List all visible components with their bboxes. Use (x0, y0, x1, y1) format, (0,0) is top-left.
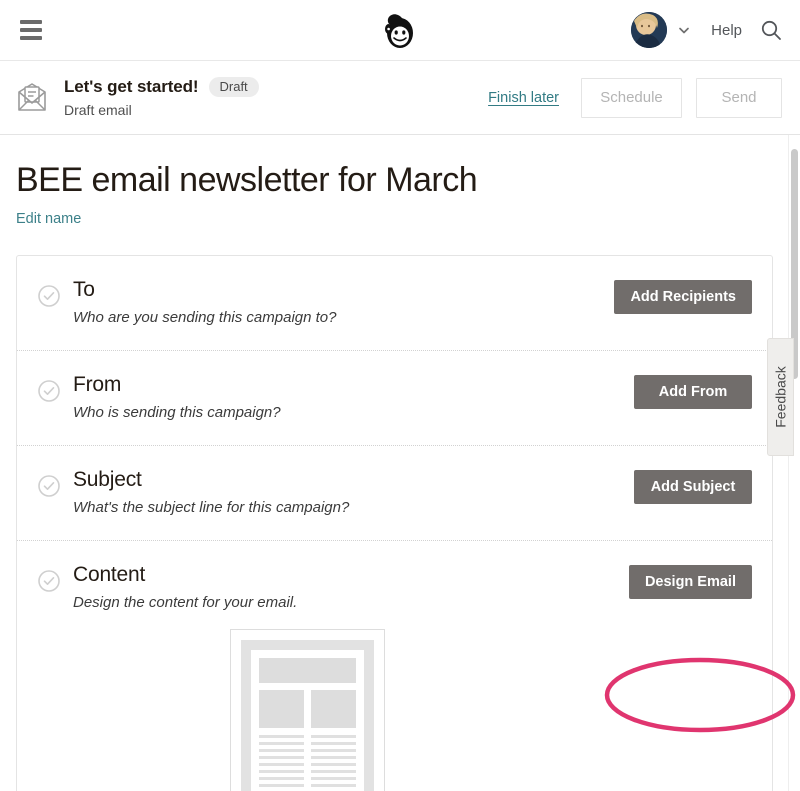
thumbnail-text-line (259, 763, 304, 767)
campaign-type-label: Draft email (64, 102, 132, 118)
section-title: Subject (73, 468, 142, 492)
thumbnail-text-line (259, 749, 304, 753)
section-to-text: To Who are you sending this campaign to? (73, 278, 614, 326)
schedule-button[interactable]: Schedule (581, 77, 682, 118)
sub-header-titles: Let's get started! Draft Draft email (64, 77, 259, 118)
thumbnail-hero-block (259, 658, 356, 684)
campaign-checklist-card: To Who are you sending this campaign to?… (16, 255, 773, 791)
thumbnail-text-line (311, 763, 356, 767)
email-template-thumbnail[interactable] (230, 629, 385, 791)
hamburger-bar (20, 36, 42, 40)
thumbnail-text-line (311, 735, 356, 739)
hamburger-menu-icon[interactable] (14, 13, 48, 47)
finish-later-link[interactable]: Finish later (488, 90, 559, 106)
chevron-down-icon[interactable] (671, 23, 697, 37)
section-to: To Who are you sending this campaign to?… (17, 256, 772, 350)
top-navigation-bar: Help (0, 0, 800, 61)
thumbnail-text-line (311, 784, 356, 788)
section-subject: Subject What's the subject line for this… (17, 445, 772, 540)
section-from-text: From Who is sending this campaign? (73, 373, 634, 421)
mailchimp-freddie-logo[interactable] (380, 10, 420, 50)
add-from-button[interactable]: Add From (634, 375, 752, 410)
check-circle-icon (37, 474, 63, 503)
section-description: Design the content for your email. (73, 594, 298, 612)
section-content: Content Design the content for your emai… (17, 540, 772, 791)
campaign-sub-header: Let's get started! Draft Draft email Fin… (0, 61, 800, 135)
status-badge: Draft (208, 77, 259, 97)
add-subject-button[interactable]: Add Subject (634, 470, 752, 505)
thumbnail-image-row (259, 690, 356, 729)
sub-header-title-row: Let's get started! Draft (64, 77, 259, 97)
section-title: To (73, 278, 95, 302)
feedback-tab[interactable]: Feedback (767, 338, 794, 456)
hamburger-bar (20, 28, 42, 32)
thumbnail-text-line (259, 735, 304, 739)
thumbnail-text-line (259, 742, 304, 746)
thumbnail-text-line (259, 784, 304, 788)
thumbnail-image-block (259, 690, 304, 729)
section-content-text: Content Design the content for your emai… (73, 563, 629, 791)
design-email-button[interactable]: Design Email (628, 565, 752, 600)
thumbnail-image-block (311, 690, 356, 729)
thumbnail-text-line (259, 777, 304, 781)
avatar[interactable] (631, 12, 668, 48)
thumbnail-text-line (311, 742, 356, 746)
main-scroll-area: BEE email newsletter for March Edit name… (0, 135, 800, 791)
section-from: From Who is sending this campaign? Add F… (17, 350, 772, 445)
send-button[interactable]: Send (696, 77, 782, 118)
campaign-builder-body: BEE email newsletter for March Edit name… (0, 135, 800, 791)
section-description: Who is sending this campaign? (73, 404, 281, 422)
hamburger-bar (20, 20, 42, 24)
check-circle-icon (37, 284, 63, 313)
vertical-scrollbar-track[interactable] (788, 135, 800, 791)
page-title: BEE email newsletter for March (16, 161, 478, 199)
thumbnail-text-column (259, 735, 304, 791)
section-subject-text: Subject What's the subject line for this… (73, 468, 634, 516)
thumbnail-text-line (311, 749, 356, 753)
feedback-tab-label: Feedback (772, 366, 789, 428)
sub-header-actions: Finish later Schedule Send (488, 77, 782, 118)
thumbnail-frame (241, 640, 374, 791)
thumbnail-text-line (311, 770, 356, 774)
thumbnail-text-line (311, 756, 356, 760)
section-description: What's the subject line for this campaig… (73, 499, 350, 517)
edit-name-link[interactable]: Edit name (16, 211, 81, 227)
thumbnail-text-line (311, 777, 356, 781)
thumbnail-page (251, 650, 364, 791)
section-title: From (73, 373, 122, 397)
thumbnail-text-column (311, 735, 356, 791)
check-circle-icon (37, 569, 63, 598)
thumbnail-text-line (259, 770, 304, 774)
check-circle-icon (37, 379, 63, 408)
help-link[interactable]: Help (697, 22, 760, 39)
add-recipients-button[interactable]: Add Recipients (614, 280, 752, 315)
thumbnail-text-line (259, 756, 304, 760)
section-description: Who are you sending this campaign to? (73, 309, 337, 327)
draft-envelope-icon (16, 82, 50, 113)
thumbnail-text-row (259, 735, 356, 791)
top-nav-right-group: Help (631, 12, 800, 48)
search-icon[interactable] (760, 19, 782, 41)
section-title: Content (73, 563, 146, 587)
campaign-status-title: Let's get started! (64, 77, 199, 96)
